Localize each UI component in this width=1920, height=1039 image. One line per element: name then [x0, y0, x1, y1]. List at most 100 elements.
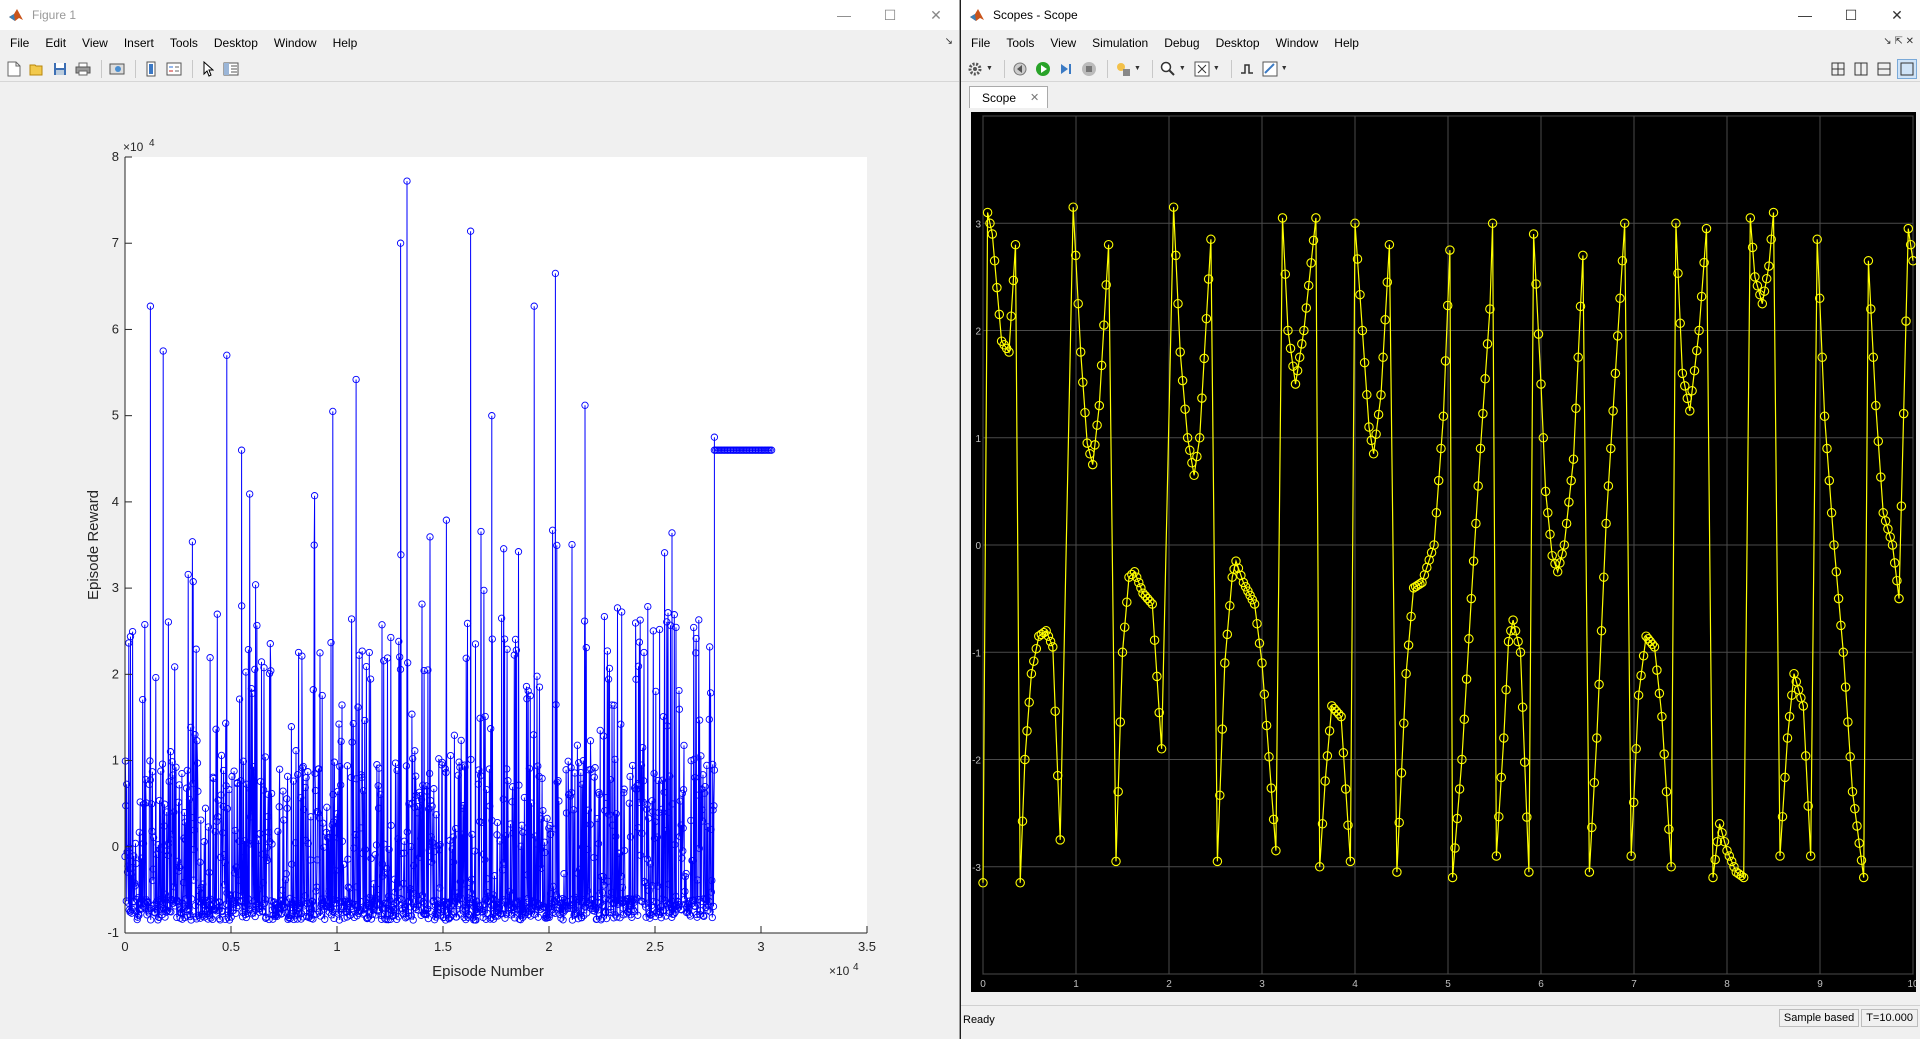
menu-edit[interactable]: Edit: [37, 32, 74, 54]
menu-desktop[interactable]: Desktop: [206, 32, 266, 54]
toolbar-separator: [135, 59, 136, 78]
chevron-down-icon[interactable]: ▼: [1179, 65, 1186, 72]
y-tick-label: 0: [112, 839, 119, 854]
highlight-block-icon[interactable]: [1113, 59, 1133, 79]
y-tick-label: 4: [112, 494, 119, 509]
layout-grid-icon[interactable]: [1828, 59, 1848, 79]
x-tick-label: 3: [757, 939, 764, 954]
save-icon[interactable]: [50, 59, 70, 79]
x-tick-label: 1: [1073, 979, 1079, 990]
x-tick-label: 2.5: [646, 939, 664, 954]
close-button[interactable]: ✕: [913, 0, 959, 30]
x-tick-label: 6: [1538, 979, 1544, 990]
x-tick-label: 3: [1259, 979, 1265, 990]
toolbar-separator: [1230, 59, 1232, 78]
status-sample-mode: Sample based: [1778, 1009, 1860, 1027]
run-icon[interactable]: [1033, 59, 1053, 79]
scope-statusbar: Ready Sample based T=10.000: [961, 1005, 1920, 1039]
tab-scope-label: Scope: [982, 90, 1017, 105]
zoom-in-icon[interactable]: [1158, 59, 1178, 79]
step-back-icon[interactable]: [1010, 59, 1030, 79]
cursor-measurements-icon[interactable]: [1260, 59, 1280, 79]
x-tick-label: 2: [545, 939, 552, 954]
menu-tools[interactable]: Tools: [998, 32, 1042, 54]
y-tick-label: 2: [112, 666, 119, 681]
menu-help[interactable]: Help: [1326, 32, 1367, 54]
x-axis-label: Episode Number: [432, 963, 544, 980]
layout-rows-icon[interactable]: [1874, 59, 1894, 79]
x-tick-label: 0: [121, 939, 128, 954]
x-axis-exponent-power: 4: [853, 962, 859, 973]
toolbar-separator: [1106, 59, 1108, 78]
minimize-button[interactable]: —: [1782, 0, 1828, 30]
figure-toolbar: [0, 56, 959, 82]
menu-help[interactable]: Help: [325, 32, 366, 54]
menu-tools[interactable]: Tools: [162, 32, 206, 54]
x-axis-exponent: ×10: [829, 964, 850, 978]
autoscale-icon[interactable]: [1192, 59, 1212, 79]
menu-desktop[interactable]: Desktop: [1208, 32, 1268, 54]
figure-window: Figure 1 — ☐ ✕ File Edit View Insert Too…: [0, 0, 960, 1039]
menu-simulation[interactable]: Simulation: [1084, 32, 1156, 54]
dock-arrow-icon[interactable]: ↘: [945, 36, 953, 47]
y-tick-label: 1: [975, 434, 981, 445]
minimize-button[interactable]: —: [821, 0, 867, 30]
scope-window-title: Scopes - Scope: [993, 8, 1078, 22]
menu-window[interactable]: Window: [266, 32, 325, 54]
figure-titlebar[interactable]: Figure 1 — ☐ ✕: [0, 0, 959, 30]
maximize-button[interactable]: ☐: [867, 0, 913, 30]
layout-single-icon[interactable]: [1897, 58, 1917, 79]
menu-file[interactable]: File: [2, 32, 37, 54]
y-tick-label: -2: [972, 756, 981, 767]
y-tick-label: 5: [112, 408, 119, 423]
episode-reward-chart[interactable]: 0 0.5 1 1.5 2 2.5 3 3.5-1012345678×10 4×10 4Episo…: [0, 83, 960, 1039]
chevron-down-icon[interactable]: ▼: [1213, 65, 1220, 72]
chevron-down-icon[interactable]: ▼: [1281, 65, 1288, 72]
scope-signal-chart[interactable]: 0 1 2 3 4 5 6 7 8 9 10 -3 -2 -1 0 1 2 3: [971, 112, 1916, 992]
triggers-icon[interactable]: [1237, 59, 1257, 79]
x-tick-label: 1: [333, 939, 340, 954]
menu-view[interactable]: View: [74, 32, 116, 54]
matlab-logo-icon: [970, 9, 984, 21]
chevron-down-icon[interactable]: ▼: [986, 65, 993, 72]
y-tick-label: -1: [972, 648, 981, 659]
tab-scope[interactable]: Scope ✕: [969, 86, 1049, 108]
menu-view[interactable]: View: [1042, 32, 1084, 54]
new-figure-icon[interactable]: [4, 59, 24, 79]
toolbar-separator: [101, 59, 102, 78]
menu-file[interactable]: File: [963, 32, 998, 54]
y-tick-label: 6: [112, 321, 119, 336]
y-tick-label: 0: [975, 541, 981, 552]
x-tick-label: 9: [1817, 979, 1823, 990]
layout-columns-icon[interactable]: [1851, 59, 1871, 79]
settings-gear-icon[interactable]: [965, 59, 985, 79]
matlab-logo-icon: [9, 9, 23, 21]
step-forward-icon[interactable]: [1056, 59, 1076, 79]
print-icon[interactable]: [73, 59, 93, 79]
menu-window[interactable]: Window: [1268, 32, 1327, 54]
legend-icon[interactable]: [164, 59, 184, 79]
scope-titlebar[interactable]: Scopes - Scope — ☐ ✕: [961, 0, 1920, 30]
y-tick-label: -3: [972, 863, 981, 874]
pointer-icon[interactable]: [198, 59, 218, 79]
open-file-icon[interactable]: [27, 59, 47, 79]
stop-icon[interactable]: [1079, 59, 1099, 79]
chevron-down-icon[interactable]: ▼: [1134, 65, 1141, 72]
maximize-button[interactable]: ☐: [1828, 0, 1874, 30]
y-tick-label: 3: [112, 580, 119, 595]
toolbar-separator: [192, 59, 193, 78]
x-tick-label: 10: [1907, 979, 1916, 990]
scope-display[interactable]: 0 1 2 3 4 5 6 7 8 9 10 -3 -2 -1 0 1 2 3: [971, 112, 1916, 992]
status-sim-time: T=10.000: [1861, 1009, 1918, 1027]
print-preview-icon[interactable]: [107, 59, 127, 79]
property-inspector-icon[interactable]: [221, 59, 241, 79]
figure-canvas[interactable]: 0 0.5 1 1.5 2 2.5 3 3.5 -1 0 1 2 3 4 5 6 7 8 ×10 4 ×10 4 Episo…: [0, 83, 960, 1039]
close-button[interactable]: ✕: [1874, 0, 1920, 30]
colorbar-icon[interactable]: [141, 59, 161, 79]
figure-menubar: File Edit View Insert Tools Desktop Wind…: [0, 32, 959, 54]
close-icon[interactable]: ✕: [1030, 91, 1039, 104]
y-tick-label: 8: [112, 149, 119, 164]
menu-debug[interactable]: Debug: [1156, 32, 1207, 54]
dock-controls-icon[interactable]: ↘ ⇱ ✕: [1883, 36, 1914, 47]
menu-insert[interactable]: Insert: [116, 32, 162, 54]
